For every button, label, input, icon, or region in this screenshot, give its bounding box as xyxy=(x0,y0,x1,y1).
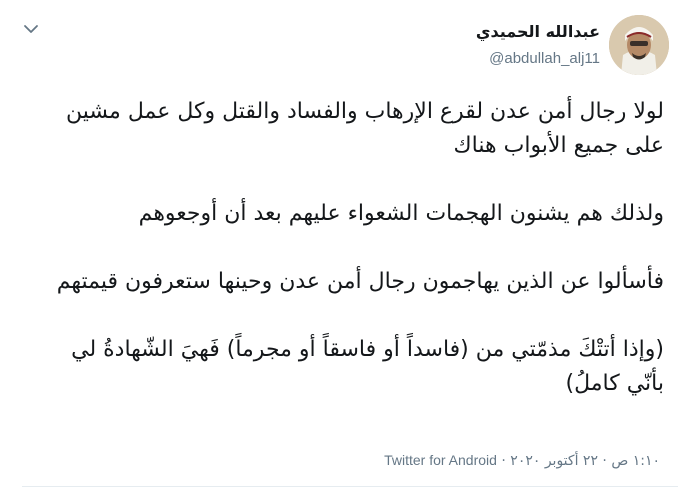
avatar-image xyxy=(609,15,669,75)
chevron-down-icon[interactable] xyxy=(22,22,40,36)
tweet-paragraph: (وإذا أتتْكَ مذمّتي من (فاسداً أو فاسقاً… xyxy=(71,337,664,396)
author-handle[interactable]: @abdullah_alj11 xyxy=(489,50,600,67)
divider xyxy=(22,486,678,487)
tweet-date[interactable]: ٢٢ أكتوبر ٢٠٢٠ xyxy=(510,453,598,469)
tweet-paragraph: ولذلك هم يشنون الهجمات الشعواء عليهم بعد… xyxy=(138,201,664,226)
user-avatar[interactable] xyxy=(609,15,669,75)
tweet-source[interactable]: Twitter for Android xyxy=(384,452,497,468)
tweet-meta: ١:١٠ ص · ٢٢ أكتوبر ٢٠٢٠ · Twitter for An… xyxy=(384,452,660,469)
tweet-card: عبدالله الحميدي @abdullah_alj11 لولا رجا… xyxy=(0,0,700,502)
tweet-paragraph: فأسألوا عن الذين يهاجمون رجال أمن عدن وح… xyxy=(56,269,664,294)
tweet-paragraph: لولا رجال أمن عدن لقرع الإرهاب والفساد و… xyxy=(66,99,664,158)
tweet-body: لولا رجال أمن عدن لقرع الإرهاب والفساد و… xyxy=(34,95,664,401)
meta-separator: · xyxy=(501,453,506,469)
tweet-time[interactable]: ١:١٠ ص xyxy=(611,453,660,469)
meta-separator: · xyxy=(602,453,607,469)
author-display-name[interactable]: عبدالله الحميدي xyxy=(476,22,600,41)
